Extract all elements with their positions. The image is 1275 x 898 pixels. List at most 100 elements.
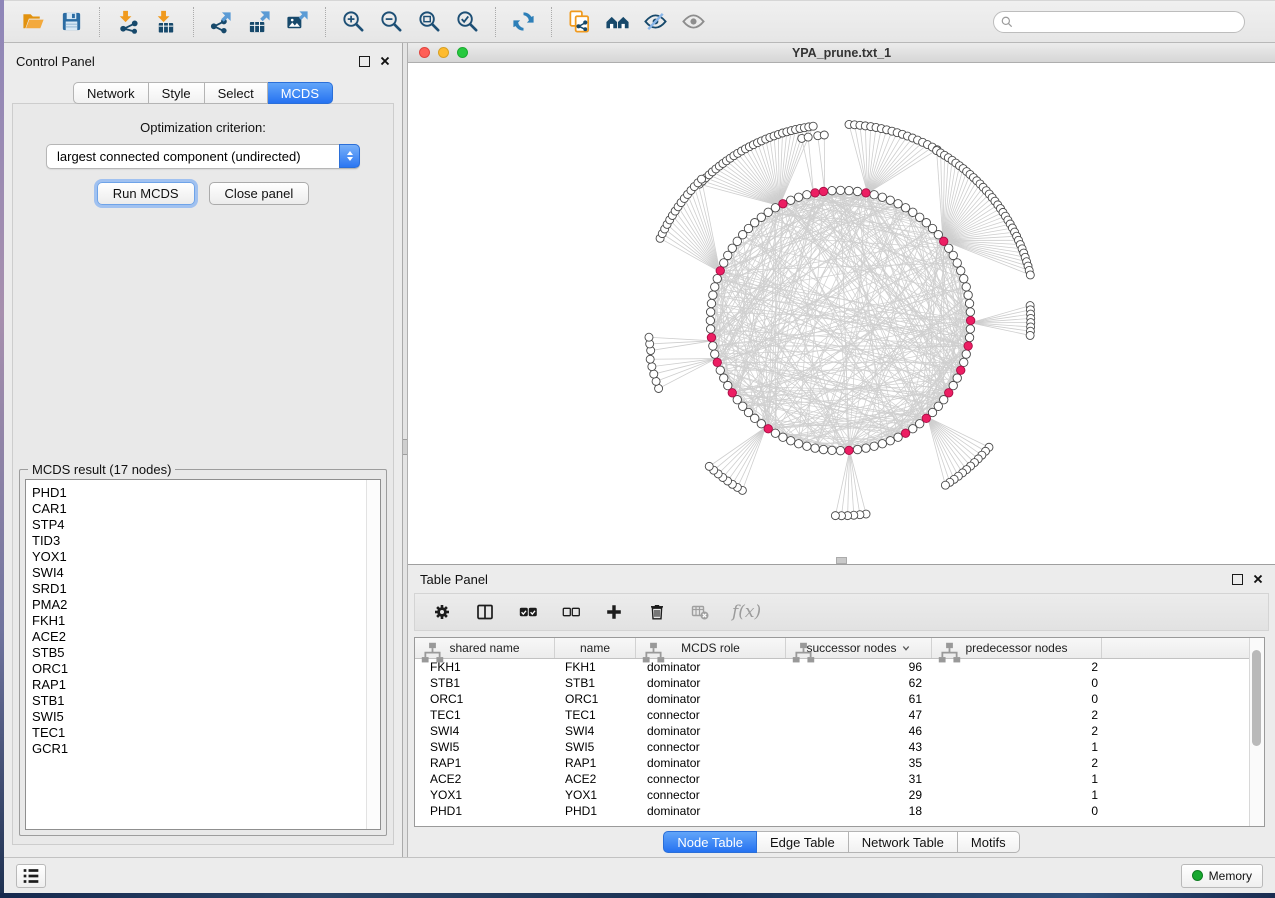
plus-icon [605, 603, 623, 621]
list-scrollbar[interactable] [366, 480, 380, 829]
close-window-icon[interactable] [419, 47, 430, 58]
zoom-out-button[interactable] [375, 6, 408, 37]
memory-button[interactable]: Memory [1181, 864, 1263, 888]
mcds-result-item[interactable]: FKH1 [26, 613, 380, 629]
delete-table-button[interactable] [689, 601, 711, 623]
mcds-result-item[interactable]: GCR1 [26, 741, 380, 757]
table-row[interactable]: ORC1ORC1dominator610 [415, 691, 1250, 707]
network-window-titlebar[interactable]: YPA_prune.txt_1 [408, 43, 1275, 63]
minimize-window-icon[interactable] [438, 47, 449, 58]
tab-network-table[interactable]: Network Table [849, 831, 958, 853]
maximize-window-icon[interactable] [457, 47, 468, 58]
zoom-in-icon [341, 9, 366, 34]
zoom-in-button[interactable] [337, 6, 370, 37]
columns-button[interactable] [474, 601, 496, 623]
column-header-mcds-role[interactable]: MCDS role [636, 638, 786, 658]
table-row[interactable]: PHD1PHD1dominator180 [415, 803, 1250, 819]
column-header-name[interactable]: name [555, 638, 636, 658]
select-all-button[interactable] [517, 601, 539, 623]
splitter-grip[interactable] [403, 439, 407, 455]
table-row[interactable]: RAP1RAP1dominator352 [415, 755, 1250, 771]
cell-successors: 47 [786, 708, 932, 722]
search-input[interactable] [993, 11, 1245, 33]
close-panel-button[interactable]: Close panel [209, 182, 310, 205]
export-table-button[interactable] [243, 6, 276, 37]
network-canvas[interactable] [408, 63, 1275, 564]
mcds-result-list[interactable]: PHD1CAR1STP4TID3YOX1SWI4SRD1PMA2FKH1ACE2… [25, 479, 381, 830]
canvas-splitter-handle[interactable] [836, 557, 847, 564]
mcds-result-item[interactable]: STB1 [26, 693, 380, 709]
copy-network-button[interactable] [563, 6, 596, 37]
mcds-result-item[interactable]: ORC1 [26, 661, 380, 677]
task-history-button[interactable] [16, 864, 46, 888]
folder-open-button[interactable] [17, 6, 50, 37]
mcds-result-item[interactable]: STB5 [26, 645, 380, 661]
optimization-criterion-label: Optimization criterion: [13, 120, 393, 135]
mcds-result-item[interactable]: STP4 [26, 517, 380, 533]
tab-mcds[interactable]: MCDS [268, 82, 333, 104]
export-network-button[interactable] [205, 6, 238, 37]
mcds-result-item[interactable]: ACE2 [26, 629, 380, 645]
plus-button[interactable] [603, 601, 625, 623]
table-scrollbar[interactable] [1249, 638, 1264, 826]
mcds-result-item[interactable]: YOX1 [26, 549, 380, 565]
float-table-panel-icon[interactable] [1232, 574, 1243, 585]
close-table-panel-icon[interactable] [1253, 574, 1263, 584]
mcds-result-item[interactable]: TEC1 [26, 725, 380, 741]
delete-table-icon [691, 603, 709, 621]
float-panel-icon[interactable] [359, 56, 370, 67]
close-panel-icon[interactable] [380, 56, 390, 66]
mcds-result-item[interactable]: PHD1 [26, 485, 380, 501]
zoom-selected-button[interactable] [451, 6, 484, 37]
show-all-button[interactable] [677, 6, 710, 37]
run-mcds-button[interactable]: Run MCDS [97, 182, 195, 205]
mcds-result-item[interactable]: SRD1 [26, 581, 380, 597]
mcds-result-item[interactable]: PMA2 [26, 597, 380, 613]
import-table-button[interactable] [149, 6, 182, 37]
table-row[interactable]: SWI5SWI5connector431 [415, 739, 1250, 755]
tab-network[interactable]: Network [73, 82, 149, 104]
column-header-predecessor-nodes[interactable]: predecessor nodes [932, 638, 1102, 658]
cell-role: dominator [636, 692, 786, 706]
zoom-fit-button[interactable] [413, 6, 446, 37]
cell-predecessors: 2 [932, 708, 1102, 722]
table-row[interactable]: FKH1FKH1dominator962 [415, 659, 1250, 675]
tab-node-table[interactable]: Node Table [663, 831, 757, 853]
cell-shared_name: STB1 [415, 676, 555, 690]
import-network-button[interactable] [111, 6, 144, 37]
hide-selected-button[interactable] [639, 6, 672, 37]
mcds-result-item[interactable]: RAP1 [26, 677, 380, 693]
table-row[interactable]: YOX1YOX1connector291 [415, 787, 1250, 803]
columns-icon [476, 603, 494, 621]
gear-button[interactable] [431, 601, 453, 623]
export-image-button[interactable] [281, 6, 314, 37]
mcds-result-item[interactable]: TID3 [26, 533, 380, 549]
trash-button[interactable] [646, 601, 668, 623]
column-header-shared-name[interactable]: shared name [415, 638, 555, 658]
mcds-result-item[interactable]: SWI5 [26, 709, 380, 725]
table-row[interactable]: STB1STB1dominator620 [415, 675, 1250, 691]
table-scrollbar-thumb[interactable] [1252, 650, 1261, 746]
tab-style[interactable]: Style [149, 82, 205, 104]
deselect-all-button[interactable] [560, 601, 582, 623]
cell-predecessors: 2 [932, 724, 1102, 738]
first-neighbors-button[interactable] [601, 6, 634, 37]
toolbar-separator [551, 7, 552, 37]
table-row[interactable]: TEC1TEC1connector472 [415, 707, 1250, 723]
import-table-icon [153, 9, 178, 34]
column-header-successor-nodes[interactable]: successor nodes [786, 638, 932, 658]
mcds-result-item[interactable]: CAR1 [26, 501, 380, 517]
tab-select[interactable]: Select [205, 82, 268, 104]
cell-name: STB1 [555, 676, 636, 690]
mcds-result-item[interactable]: SWI4 [26, 565, 380, 581]
refresh-button[interactable] [507, 6, 540, 37]
tab-edge-table[interactable]: Edge Table [757, 831, 849, 853]
save-button[interactable] [55, 6, 88, 37]
optimization-criterion-select[interactable]: largest connected component (undirected) [46, 144, 360, 169]
table-row[interactable]: ACE2ACE2connector311 [415, 771, 1250, 787]
table-row[interactable]: SWI4SWI4dominator462 [415, 723, 1250, 739]
select-all-icon [519, 603, 537, 621]
column-label: predecessor nodes [965, 641, 1067, 655]
function-builder-button[interactable]: f(x) [732, 602, 761, 622]
tab-motifs[interactable]: Motifs [958, 831, 1020, 853]
